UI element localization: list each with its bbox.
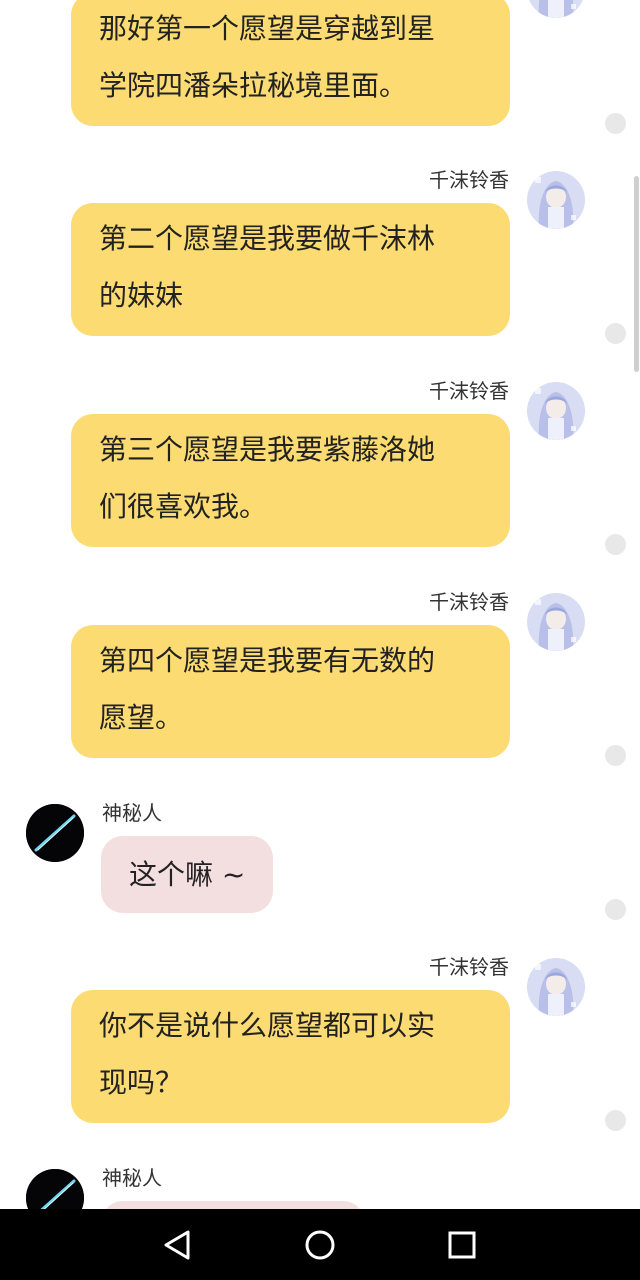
sender-name: 神秘人: [102, 1166, 162, 1190]
message-bubble[interactable]: 第二个愿望是我要做千沫林 的妹妹: [71, 203, 510, 336]
anime-girl-avatar-icon: [527, 0, 585, 18]
read-status-dot: [605, 113, 626, 134]
chat-screen: 那好第一个愿望是穿越到星 学院四潘朵拉秘境里面。 千沫铃香 第二个愿望是我要做千…: [0, 0, 640, 1280]
navigation-bar: [0, 1209, 640, 1280]
sender-avatar[interactable]: [527, 171, 585, 229]
recent-apps-button[interactable]: [440, 1223, 484, 1267]
message-bubble[interactable]: [101, 1201, 365, 1209]
read-status-dot: [605, 323, 626, 344]
back-button[interactable]: [156, 1223, 200, 1267]
anime-girl-avatar-icon: [527, 593, 585, 651]
circle-home-icon: [305, 1230, 335, 1260]
anime-girl-avatar-icon: [527, 958, 585, 1016]
read-status-dot: [605, 1110, 626, 1131]
read-status-dot: [605, 745, 626, 766]
sender-avatar[interactable]: [527, 593, 585, 651]
read-status-dot: [605, 899, 626, 920]
sender-name: 千沫铃香: [429, 168, 509, 192]
sender-avatar[interactable]: [527, 0, 585, 18]
sender-avatar[interactable]: [26, 804, 84, 862]
read-status-dot: [605, 534, 626, 555]
sender-name: 千沫铃香: [429, 955, 509, 979]
chat-message-list[interactable]: 那好第一个愿望是穿越到星 学院四潘朵拉秘境里面。 千沫铃香 第二个愿望是我要做千…: [0, 0, 640, 1209]
message-bubble[interactable]: 那好第一个愿望是穿越到星 学院四潘朵拉秘境里面。: [71, 0, 510, 126]
square-recent-icon: [448, 1231, 476, 1259]
home-button[interactable]: [298, 1223, 342, 1267]
sender-name: 千沫铃香: [429, 379, 509, 403]
anime-girl-avatar-icon: [527, 382, 585, 440]
dark-slash-avatar-icon: [26, 804, 84, 862]
message-bubble[interactable]: 第四个愿望是我要有无数的 愿望。: [71, 625, 510, 758]
message-bubble[interactable]: 第三个愿望是我要紫藤洛她 们很喜欢我。: [71, 414, 510, 547]
dark-slash-avatar-icon: [26, 1169, 84, 1209]
scrollbar[interactable]: [634, 176, 639, 372]
sender-avatar[interactable]: [527, 958, 585, 1016]
sender-avatar[interactable]: [527, 382, 585, 440]
triangle-back-icon: [164, 1230, 190, 1260]
message-bubble[interactable]: 你不是说什么愿望都可以实 现吗？: [71, 990, 510, 1123]
message-bubble[interactable]: 这个嘛 ~: [101, 836, 274, 913]
anime-girl-avatar-icon: [527, 171, 585, 229]
sender-name: 千沫铃香: [429, 590, 509, 614]
sender-name: 神秘人: [102, 801, 162, 825]
sender-avatar[interactable]: [26, 1169, 84, 1209]
